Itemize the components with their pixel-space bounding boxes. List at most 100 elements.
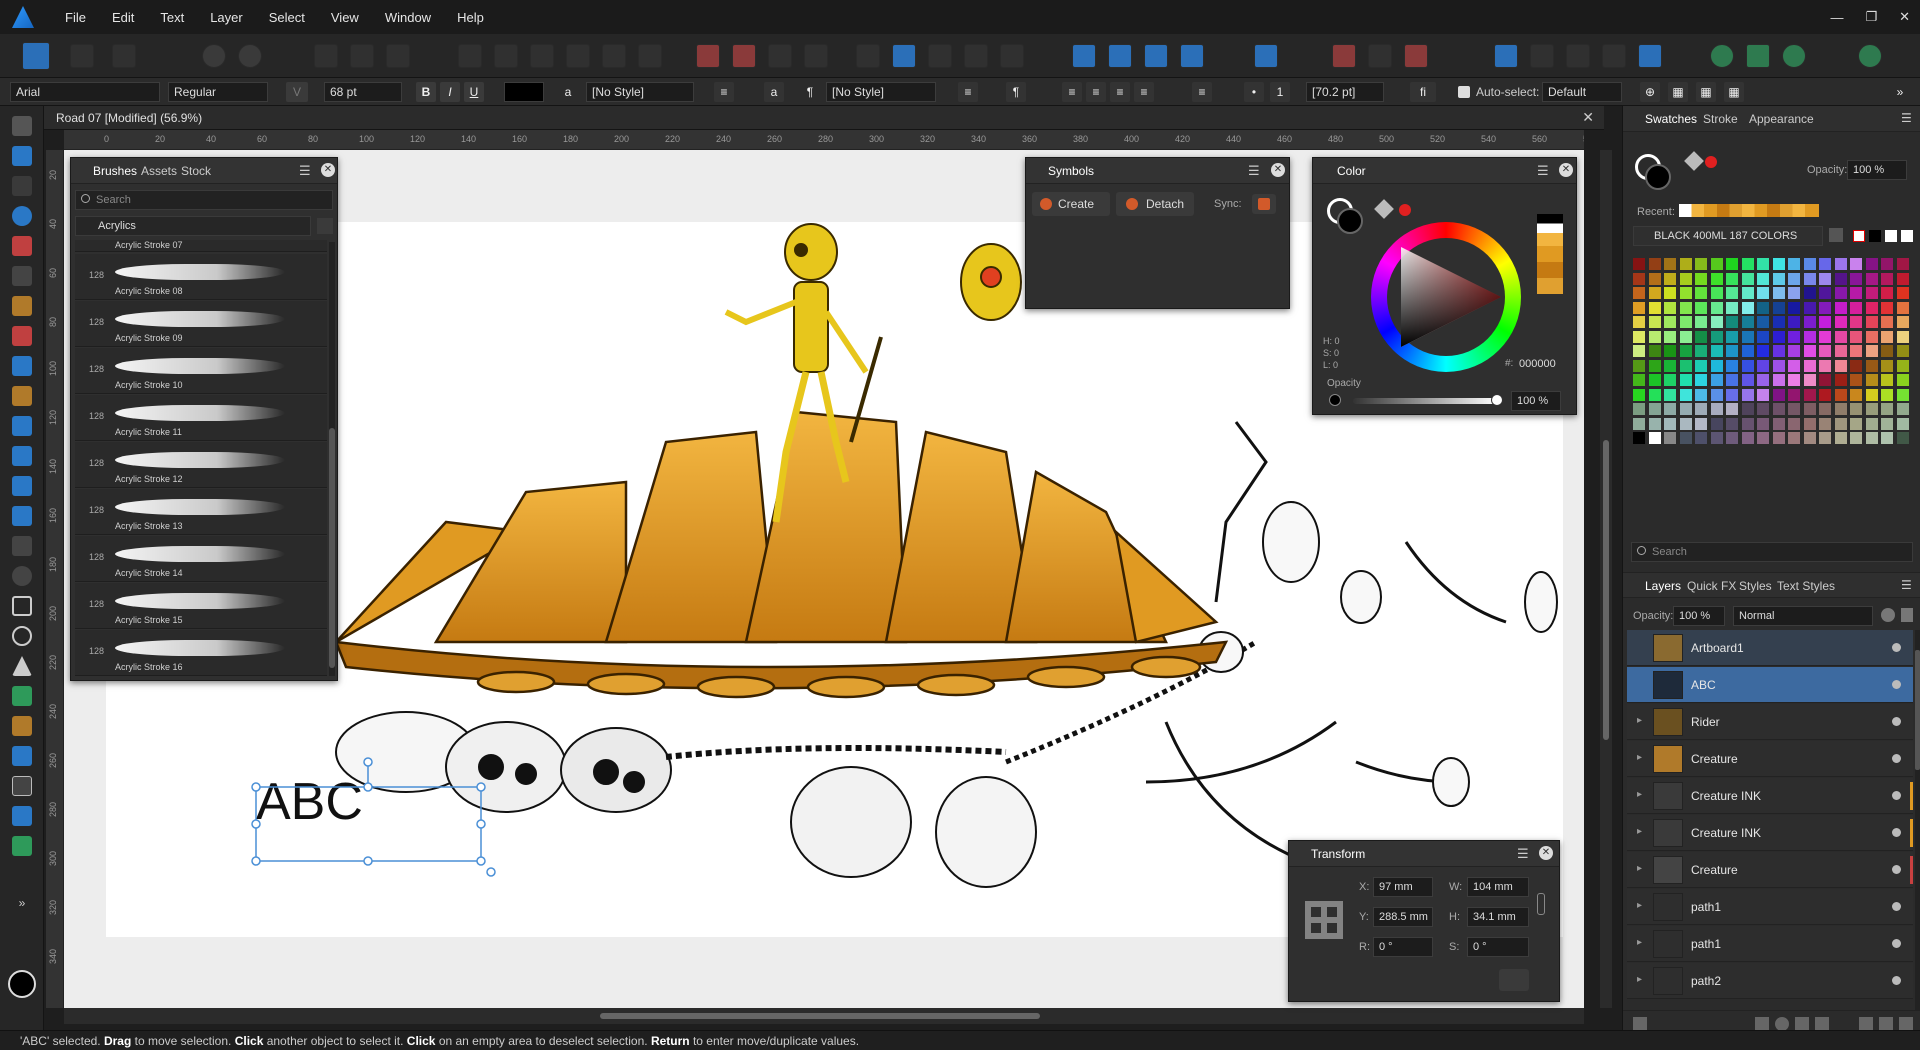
color-swatch[interactable] (1896, 432, 1909, 444)
export-persona-icon[interactable] (112, 44, 136, 68)
table-tool-icon[interactable] (12, 836, 32, 856)
color-swatch[interactable] (1757, 432, 1769, 444)
color-swatch[interactable] (1726, 287, 1738, 299)
color-swatch[interactable] (1834, 374, 1847, 386)
gradient-tool-icon[interactable] (12, 446, 32, 466)
assistant-icon[interactable] (1710, 44, 1734, 68)
color-swatch[interactable] (1633, 417, 1645, 430)
color-swatch[interactable] (1850, 432, 1862, 444)
fill-color-icon[interactable] (1337, 208, 1363, 234)
font-size-field[interactable]: 68 pt (324, 82, 402, 102)
color-swatch[interactable] (1679, 330, 1692, 343)
insert-below-icon[interactable] (1638, 44, 1662, 68)
panel-menu-icon[interactable]: ☰ (1537, 163, 1549, 178)
color-swatch[interactable] (1695, 432, 1707, 444)
color-swatch[interactable] (1664, 301, 1676, 314)
color-swatch[interactable] (1633, 388, 1645, 401)
color-swatch[interactable] (1881, 316, 1893, 328)
color-swatch[interactable] (1726, 388, 1738, 401)
color-swatch[interactable] (1850, 330, 1862, 343)
blend-mode-select[interactable]: Normal (1733, 606, 1873, 626)
duplicate-layer-icon[interactable] (1879, 1017, 1893, 1031)
h-field[interactable]: 34.1 mm (1467, 907, 1529, 927)
color-swatch[interactable] (1726, 330, 1738, 343)
color-swatch[interactable] (1819, 374, 1831, 386)
color-swatch[interactable] (1819, 287, 1831, 299)
color-swatch[interactable] (1788, 258, 1800, 270)
color-swatch[interactable] (1772, 359, 1785, 372)
color-swatch[interactable] (1726, 301, 1738, 314)
paragraph-style-select[interactable]: [No Style] (826, 82, 936, 102)
align-text-right-icon[interactable]: ≡ (1110, 82, 1130, 102)
x-field[interactable]: 97 mm (1373, 877, 1433, 897)
color-swatch[interactable] (1803, 417, 1816, 430)
color-swatch[interactable] (1865, 272, 1878, 285)
restore-icon[interactable]: ❐ (1865, 9, 1877, 25)
move-tool-icon[interactable] (12, 116, 32, 136)
color-swatch[interactable] (1726, 258, 1738, 270)
more-options-icon[interactable]: » (1890, 82, 1910, 102)
color-swatch[interactable] (1850, 359, 1862, 372)
align-center-icon[interactable] (494, 44, 518, 68)
color-swatch[interactable] (1741, 258, 1754, 270)
layer-row[interactable]: ▸ path1 (1627, 889, 1913, 925)
close-window-icon[interactable]: ✕ (1899, 9, 1910, 25)
color-swatch[interactable] (1633, 345, 1645, 357)
color-swatch[interactable] (1664, 272, 1676, 285)
color-swatch[interactable] (1819, 301, 1831, 314)
expand-arrow-icon[interactable]: ▸ (1637, 752, 1642, 763)
color-swatch[interactable] (1757, 272, 1769, 285)
node-tool-icon[interactable] (12, 176, 32, 196)
color-swatch[interactable] (1834, 258, 1847, 270)
add-pixel-layer-icon[interactable] (1859, 1017, 1873, 1031)
color-swatch[interactable] (1803, 388, 1816, 401)
color-swatch[interactable] (1633, 359, 1645, 372)
sync-toggle[interactable] (1252, 194, 1276, 214)
artboard-tool-icon[interactable] (12, 146, 32, 166)
color-swatch[interactable] (1648, 258, 1661, 270)
color-swatch[interactable] (1757, 345, 1769, 357)
order-front-icon[interactable] (1144, 44, 1168, 68)
underline-button[interactable]: U (464, 82, 484, 102)
boolean-divide-icon[interactable] (804, 44, 828, 68)
eyedropper-icon[interactable] (1374, 199, 1394, 219)
color-swatch[interactable] (1741, 359, 1754, 372)
brush-view-icon[interactable] (317, 218, 333, 234)
color-swatch[interactable] (1881, 432, 1893, 444)
order-back-icon[interactable] (1180, 44, 1204, 68)
pencil-tool-icon[interactable] (12, 296, 32, 316)
bold-button[interactable]: B (416, 82, 436, 102)
color-swatch[interactable] (1834, 345, 1847, 357)
color-swatch[interactable] (1788, 417, 1800, 430)
color-swatch[interactable] (1788, 374, 1800, 386)
tab-text-styles[interactable]: Text Styles (1777, 579, 1835, 593)
layer-row[interactable]: ▸ Creature INK (1627, 778, 1913, 814)
snap-grid-icon[interactable] (350, 44, 374, 68)
color-swatch[interactable] (1757, 316, 1769, 328)
color-swatch[interactable] (1679, 388, 1692, 401)
panel-menu-icon[interactable]: ☰ (1248, 163, 1260, 178)
color-swatch[interactable] (1679, 316, 1692, 328)
color-swatch[interactable] (1850, 301, 1862, 314)
frame-text-tool-icon[interactable] (12, 776, 32, 796)
layer-add-icon[interactable] (1633, 1017, 1647, 1031)
visibility-dot-icon[interactable] (1892, 680, 1901, 689)
color-swatch[interactable] (1850, 374, 1862, 386)
layer-row[interactable]: ▸ path2 (1627, 963, 1913, 999)
align-middle-icon[interactable] (602, 44, 626, 68)
color-swatch[interactable] (1648, 287, 1661, 299)
color-swatch[interactable] (1772, 316, 1785, 328)
color-swatch[interactable] (1803, 359, 1816, 372)
brush-item[interactable]: 128 Acrylic Stroke 08 (75, 254, 327, 300)
color-swatch[interactable] (1819, 432, 1831, 444)
anchor-grid-icon[interactable] (1305, 901, 1343, 939)
pen-tool-icon[interactable] (12, 266, 32, 286)
visibility-dot-icon[interactable] (1892, 976, 1901, 985)
artistic-text-tool-icon[interactable] (12, 806, 32, 826)
layer-row[interactable]: ▸ path1 (1627, 926, 1913, 962)
tab-assets[interactable]: Assets (141, 164, 177, 178)
color-swatch[interactable] (1726, 403, 1738, 415)
color-swatch[interactable] (1664, 388, 1676, 401)
menu-file[interactable]: File (52, 10, 99, 25)
tab-styles[interactable]: Styles (1739, 579, 1772, 593)
